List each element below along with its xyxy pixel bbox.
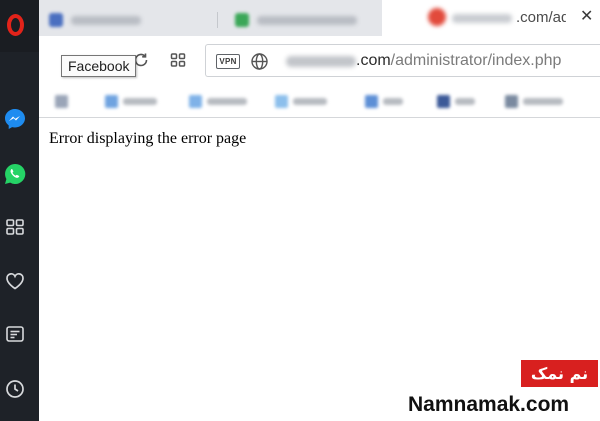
tabs-grid-button[interactable] <box>168 50 188 70</box>
bookmarks-bar <box>39 86 600 116</box>
url-path: /administrator/index.php <box>390 52 562 69</box>
opera-menu-button[interactable] <box>0 0 39 52</box>
url-text: .com/administrator/index.php <box>356 51 561 71</box>
bookmark-item[interactable] <box>505 93 563 109</box>
tab-favicon-icon <box>49 13 63 27</box>
bookmarks-button[interactable] <box>3 269 27 293</box>
grid-icon <box>6 219 24 235</box>
error-message: Error displaying the error page <box>49 130 247 147</box>
whatsapp-button[interactable] <box>3 162 27 186</box>
opera-sidebar <box>0 0 39 421</box>
active-tab-title: .com/adr <box>516 9 566 26</box>
active-tab-favicon-icon <box>428 8 446 26</box>
page-content: Error displaying the error page <box>39 118 600 421</box>
opera-logo-icon <box>7 14 24 36</box>
bookmark-item[interactable] <box>55 93 73 109</box>
tab-background[interactable] <box>235 6 357 34</box>
news-icon <box>6 326 24 342</box>
active-tab-title-blurred <box>452 14 512 23</box>
heart-icon <box>6 273 24 290</box>
news-button[interactable] <box>3 322 27 346</box>
watermark-badge: نم نمک <box>521 360 598 387</box>
back-button-tooltip: Facebook <box>61 55 137 77</box>
tab-title-blurred <box>257 15 357 25</box>
whatsapp-icon <box>4 163 26 184</box>
tab-background[interactable] <box>49 6 141 34</box>
tab-separator <box>217 12 218 28</box>
bookmark-item[interactable] <box>105 93 157 109</box>
history-button[interactable] <box>3 377 27 401</box>
bookmark-item[interactable] <box>437 93 475 109</box>
bookmark-item[interactable] <box>275 93 327 109</box>
url-domain-blurred <box>286 56 356 67</box>
tab-title-blurred <box>71 15 141 25</box>
messenger-icon <box>5 109 25 129</box>
address-bar[interactable]: VPN .com/administrator/index.php <box>205 44 600 77</box>
grid-icon <box>170 53 186 67</box>
history-icon <box>6 380 24 398</box>
globe-icon[interactable] <box>250 52 269 71</box>
messenger-button[interactable] <box>3 107 27 131</box>
url-domain-suffix: .com <box>356 52 391 69</box>
watermark-site: Namnamak.com <box>408 393 570 416</box>
tab-favicon-icon <box>235 13 249 27</box>
bookmark-item[interactable] <box>365 93 403 109</box>
speed-dial-button[interactable] <box>3 215 27 239</box>
bookmark-item[interactable] <box>189 93 247 109</box>
browser-toolbar: VPN .com/administrator/index.php Faceboo… <box>39 36 600 86</box>
vpn-badge[interactable]: VPN <box>216 54 240 69</box>
close-tab-icon[interactable]: ✕ <box>580 8 593 26</box>
